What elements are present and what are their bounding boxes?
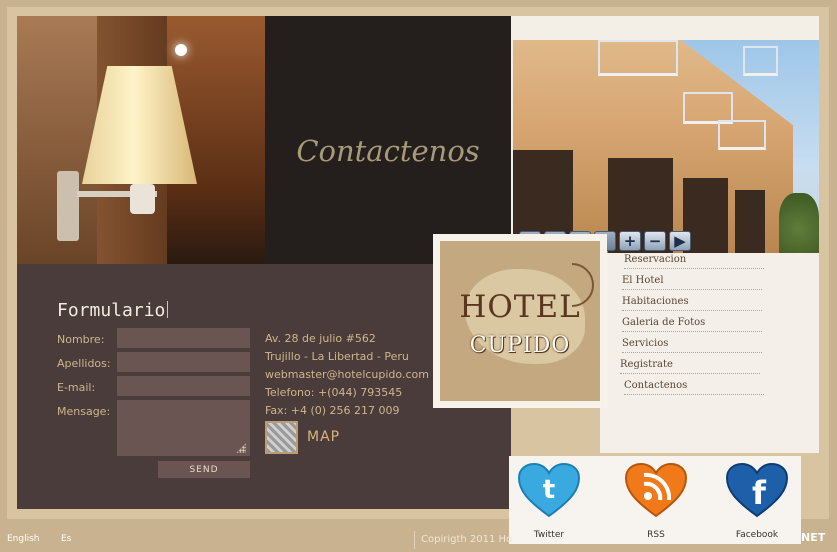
menu-item-habitaciones[interactable]: Habitaciones — [622, 296, 762, 311]
lang-english[interactable]: English — [7, 534, 40, 544]
apellidos-label: Apellidos: — [57, 357, 111, 370]
lang-espanol[interactable]: Es — [61, 534, 71, 544]
hotel-photo[interactable] — [513, 40, 819, 253]
rss-label: RSS — [647, 530, 665, 540]
form-title: Formulario — [57, 300, 169, 321]
next-image-button[interactable]: ▶ — [669, 231, 691, 251]
copyright: Copirigth 2011 Ho — [414, 531, 514, 549]
contact-address: Av. 28 de julio #562 — [265, 332, 376, 345]
svg-text:t: t — [543, 475, 555, 505]
nombre-field[interactable] — [117, 328, 250, 348]
menu-item-registrate[interactable]: Registrate — [620, 359, 760, 374]
lamp-photo — [17, 16, 265, 264]
menu-item-reservacion[interactable]: Reservacion — [624, 254, 764, 269]
title-block: Contactenos — [265, 16, 511, 264]
page-title: Contactenos — [296, 134, 480, 168]
zoom-in-button[interactable]: + — [619, 231, 641, 251]
map-link[interactable]: MAP — [307, 429, 340, 445]
menu-item-galeria[interactable]: Galeria de Fotos — [622, 317, 762, 332]
facebook-label: Facebook — [735, 530, 779, 540]
twitter-link[interactable]: t Twitter — [514, 462, 584, 540]
menu-item-servicios[interactable]: Servicios — [622, 338, 762, 353]
menu-item-contactenos[interactable]: Contactenos — [624, 380, 764, 395]
zoom-out-button[interactable]: − — [644, 231, 666, 251]
contact-email[interactable]: webmaster@hotelcupido.com — [265, 368, 429, 381]
svg-text:f: f — [752, 474, 767, 512]
footer-net: NET — [801, 531, 826, 544]
facebook-heart-icon: f — [725, 462, 789, 518]
rss-link[interactable]: RSS — [621, 462, 691, 540]
contact-phone: Telefono: +(044) 793545 — [265, 386, 403, 399]
nombre-label: Nombre: — [57, 333, 105, 346]
twitter-heart-icon: t — [517, 462, 581, 518]
email-label: E-mail: — [57, 381, 96, 394]
contact-city: Trujillo - La Libertad - Peru — [265, 350, 409, 363]
mensage-field[interactable] — [117, 400, 250, 456]
send-button[interactable]: SEND — [158, 461, 250, 478]
twitter-label: Twitter — [533, 530, 565, 540]
email-field[interactable] — [117, 376, 250, 396]
map-thumbnail-icon[interactable] — [265, 421, 298, 454]
logo-cupido-text: CUPIDO — [469, 333, 571, 358]
hotel-logo[interactable]: HOTEL CUPIDO — [433, 234, 607, 408]
logo-hotel-text: HOTEL — [459, 289, 581, 325]
rss-heart-icon — [624, 462, 688, 518]
menu-item-el-hotel[interactable]: El Hotel — [622, 275, 762, 290]
contact-fax: Fax: +4 (0) 256 217 009 — [265, 404, 400, 417]
mensage-label: Mensage: — [57, 405, 111, 418]
apellidos-field[interactable] — [117, 352, 250, 372]
facebook-link[interactable]: f Facebook — [722, 462, 792, 540]
